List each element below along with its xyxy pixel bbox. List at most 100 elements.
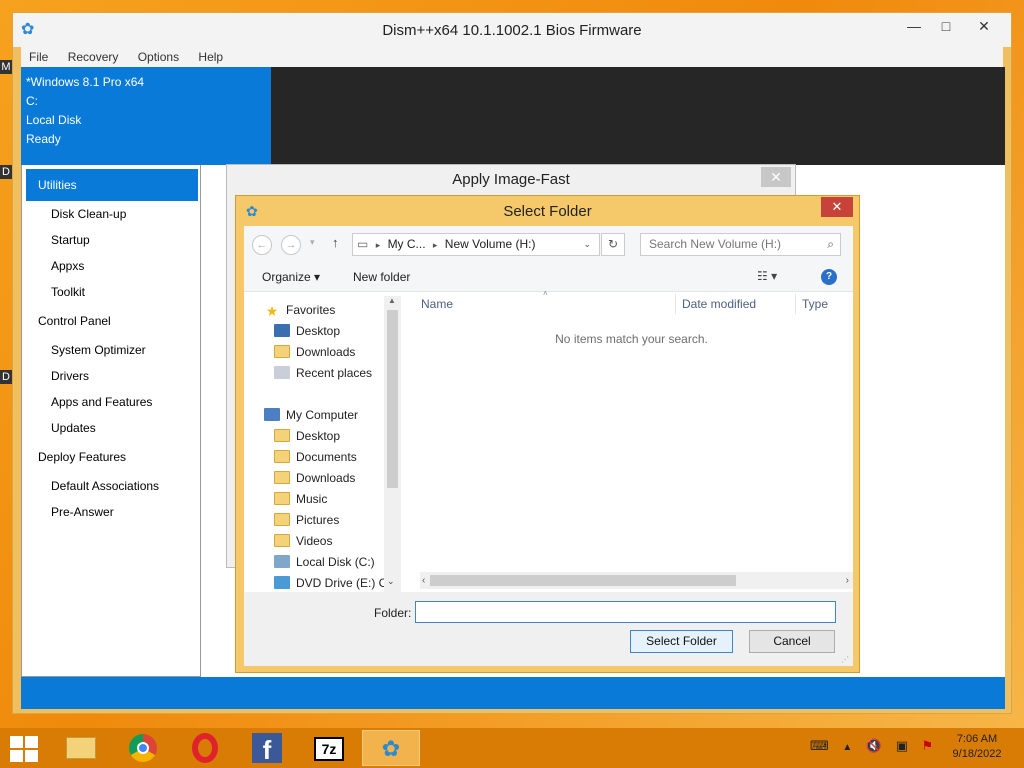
up-arrow-icon[interactable]: ↑ — [332, 235, 339, 250]
show-hidden-icons-icon[interactable]: ▲ — [842, 742, 852, 753]
volume-muted-icon[interactable]: 🔇 — [866, 738, 882, 753]
forward-button[interactable]: → — [281, 235, 301, 255]
search-input[interactable]: Search New Volume (H:) ⌕ — [640, 233, 841, 256]
main-title-bar[interactable]: ✿ Dism++x64 10.1.1002.1 Bios Firmware — … — [13, 13, 1011, 47]
taskbar-file-explorer[interactable] — [52, 730, 110, 766]
column-headers: Name ˄ Date modified Type — [410, 289, 853, 316]
folder-label: Folder: — [374, 606, 412, 620]
nav-fav-recent-places[interactable]: Recent places — [274, 363, 372, 384]
scroll-down-icon[interactable]: ⌄ — [387, 576, 395, 587]
horizontal-scrollbar[interactable]: ‹ › — [420, 572, 853, 589]
dialog-footer: Folder: Select Folder Cancel ⋰ — [244, 592, 853, 666]
sidebar-item-updates[interactable]: Updates — [22, 415, 200, 441]
clock[interactable]: 7:06 AM 9/18/2022 — [944, 732, 1010, 762]
search-placeholder: Search New Volume (H:) — [649, 237, 782, 251]
organize-button[interactable]: Organize ▾ — [262, 270, 320, 284]
sidebar-item-disk-cleanup[interactable]: Disk Clean-up — [22, 201, 200, 227]
taskbar-7zip[interactable]: 7z — [300, 730, 358, 766]
menu-file[interactable]: File — [21, 47, 56, 67]
cancel-button[interactable]: Cancel — [749, 630, 835, 653]
nav-pc-documents[interactable]: Documents — [274, 447, 357, 468]
network-icon[interactable]: ▣ — [896, 738, 908, 753]
apply-dialog-close-button[interactable]: ✕ — [761, 167, 791, 187]
session-state: Ready — [26, 132, 61, 146]
sidebar-item-startup[interactable]: Startup — [22, 227, 200, 253]
view-options-icon[interactable]: ☷ ▾ — [757, 269, 777, 283]
sidebar-item-pre-answer[interactable]: Pre-Answer — [22, 499, 200, 525]
column-divider[interactable] — [675, 294, 676, 314]
system-tray: ⌨ ▲ 🔇 ▣ ⚑ — [810, 738, 943, 754]
column-date-modified[interactable]: Date modified — [682, 297, 756, 311]
column-type[interactable]: Type — [802, 297, 828, 311]
chrome-icon — [129, 734, 157, 762]
menu-help[interactable]: Help — [190, 47, 231, 67]
taskbar-opera[interactable] — [176, 730, 234, 766]
minimize-button[interactable]: — — [897, 13, 931, 39]
sidebar-item-toolkit[interactable]: Toolkit — [22, 279, 200, 305]
taskbar-chrome[interactable] — [114, 730, 172, 766]
os-name: *Windows 8.1 Pro x64 — [26, 75, 145, 89]
maximize-button[interactable]: □ — [929, 13, 963, 39]
menu-options[interactable]: Options — [130, 47, 187, 67]
navigation-scroll-thumb[interactable] — [387, 310, 398, 488]
scroll-right-icon[interactable]: › — [846, 572, 849, 589]
nav-my-computer[interactable]: My Computer — [264, 405, 358, 426]
sidebar-item-drivers[interactable]: Drivers — [22, 363, 200, 389]
taskbar-facebook[interactable]: f — [238, 730, 296, 766]
sidebar-item-control-panel[interactable]: Control Panel — [22, 305, 200, 337]
start-button[interactable] — [8, 734, 40, 762]
dvd-drive-icon — [274, 576, 290, 589]
sidebar-item-appxs[interactable]: Appxs — [22, 253, 200, 279]
select-folder-button[interactable]: Select Folder — [630, 630, 733, 653]
address-dropdown-icon[interactable]: ⌄ — [583, 234, 591, 255]
sidebar-item-system-optimizer[interactable]: System Optimizer — [22, 337, 200, 363]
dism-gear-icon: ✿ — [381, 736, 401, 761]
column-divider[interactable] — [795, 294, 796, 314]
nav-favorites[interactable]: ★ Favorites — [264, 300, 336, 321]
keyboard-icon[interactable]: ⌨ — [810, 738, 829, 753]
nav-pc-music[interactable]: Music — [274, 489, 327, 510]
taskbar-dism[interactable]: ✿ — [362, 730, 420, 766]
nav-pc-dvd-drive[interactable]: DVD Drive (E:) CC — [274, 573, 396, 592]
new-folder-button[interactable]: New folder — [353, 270, 410, 284]
close-button[interactable]: ✕ — [967, 13, 1001, 39]
volume-name: Local Disk — [26, 113, 82, 127]
select-folder-close-button[interactable]: ✕ — [821, 197, 853, 217]
videos-folder-icon — [274, 534, 290, 547]
folder-input[interactable] — [415, 601, 836, 623]
windows-logo-icon — [10, 750, 23, 762]
horizontal-scroll-thumb[interactable] — [430, 575, 736, 586]
scroll-up-icon[interactable]: ▲ — [388, 296, 396, 305]
address-bar[interactable]: ▭ ▸ My C... ▸ New Volume (H:) ⌄ — [352, 233, 600, 256]
refresh-button[interactable]: ↻ — [601, 233, 625, 256]
menu-recovery[interactable]: Recovery — [60, 47, 127, 67]
clock-time: 7:06 AM — [956, 733, 998, 745]
sidebar-item-default-associations[interactable]: Default Associations — [22, 473, 200, 499]
nav-pc-local-disk[interactable]: Local Disk (C:) — [274, 552, 375, 573]
breadcrumb-separator-icon: ▸ — [432, 240, 438, 250]
drive-icon: ▭ — [357, 237, 369, 251]
session-status-panel[interactable]: *Windows 8.1 Pro x64 C: Local Disk Ready — [21, 67, 271, 165]
nav-pc-downloads[interactable]: Downloads — [274, 468, 355, 489]
nav-fav-downloads[interactable]: Downloads — [274, 342, 355, 363]
sidebar-item-deploy-features[interactable]: Deploy Features — [22, 441, 200, 473]
help-icon[interactable]: ? — [821, 269, 837, 285]
recent-locations-chevron-icon[interactable]: ▾ — [310, 237, 315, 248]
nav-pc-desktop[interactable]: Desktop — [274, 426, 340, 447]
folder-icon — [274, 429, 290, 442]
column-name[interactable]: Name — [421, 297, 453, 311]
nav-fav-desktop[interactable]: Desktop — [274, 321, 340, 342]
scroll-left-icon[interactable]: ‹ — [422, 572, 425, 589]
back-button[interactable]: ← — [252, 235, 272, 255]
navigation-scrollbar[interactable]: ▲ ⌄ — [384, 296, 401, 592]
sidebar-item-apps-features[interactable]: Apps and Features — [22, 389, 200, 415]
nav-pc-pictures[interactable]: Pictures — [274, 510, 339, 531]
nav-pc-videos[interactable]: Videos — [274, 531, 332, 552]
drive-letter: C: — [26, 94, 38, 108]
breadcrumb-new-volume[interactable]: New Volume (H:) — [445, 237, 536, 251]
action-center-icon[interactable]: ⚑ — [922, 738, 934, 753]
sidebar-item-utilities[interactable]: Utilities — [26, 169, 198, 201]
resize-grip-icon[interactable]: ⋰ — [841, 655, 849, 664]
taskbar: f 7z ✿ ⌨ ▲ 🔇 ▣ ⚑ 7:06 AM 9/18/2022 — [0, 728, 1024, 768]
breadcrumb-my-computer[interactable]: My C... — [388, 237, 426, 251]
